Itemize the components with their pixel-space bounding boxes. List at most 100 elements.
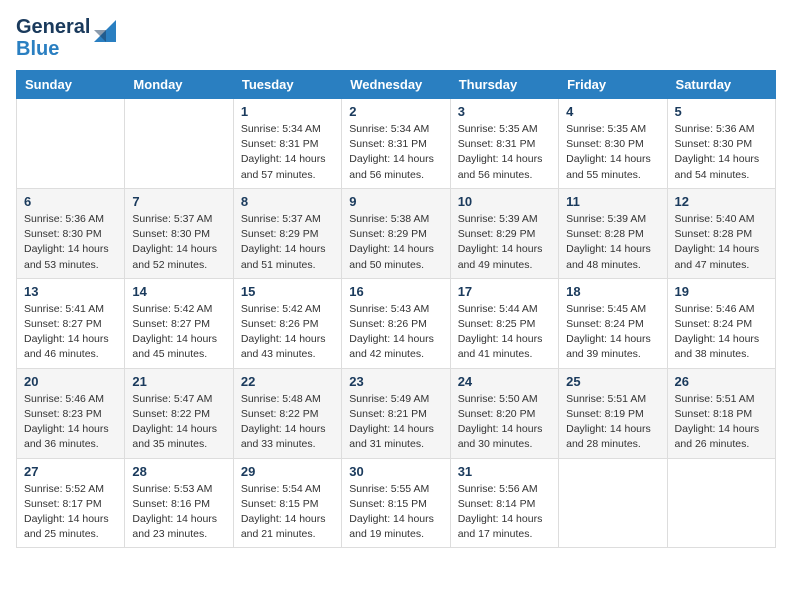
calendar-cell: 28 Sunrise: 5:53 AMSunset: 8:16 PMDayligh… <box>125 458 233 548</box>
day-detail: Sunrise: 5:47 AMSunset: 8:22 PMDaylight:… <box>132 392 225 453</box>
day-detail: Sunrise: 5:46 AMSunset: 8:24 PMDaylight:… <box>675 302 768 363</box>
calendar-cell: 1 Sunrise: 5:34 AMSunset: 8:31 PMDaylight… <box>233 99 341 189</box>
day-detail: Sunrise: 5:39 AMSunset: 8:28 PMDaylight:… <box>566 212 659 273</box>
calendar-weekday-sunday: Sunday <box>17 71 125 99</box>
day-number: 13 <box>24 284 117 299</box>
day-detail: Sunrise: 5:42 AMSunset: 8:27 PMDaylight:… <box>132 302 225 363</box>
calendar-cell: 25 Sunrise: 5:51 AMSunset: 8:19 PMDayligh… <box>559 368 667 458</box>
calendar-cell: 24 Sunrise: 5:50 AMSunset: 8:20 PMDayligh… <box>450 368 558 458</box>
logo-triangle-icon <box>94 20 116 47</box>
day-number: 18 <box>566 284 659 299</box>
calendar-cell: 22 Sunrise: 5:48 AMSunset: 8:22 PMDayligh… <box>233 368 341 458</box>
calendar-cell: 10 Sunrise: 5:39 AMSunset: 8:29 PMDayligh… <box>450 188 558 278</box>
day-number: 10 <box>458 194 551 209</box>
day-detail: Sunrise: 5:37 AMSunset: 8:30 PMDaylight:… <box>132 212 225 273</box>
day-number: 23 <box>349 374 442 389</box>
day-detail: Sunrise: 5:45 AMSunset: 8:24 PMDaylight:… <box>566 302 659 363</box>
day-detail: Sunrise: 5:34 AMSunset: 8:31 PMDaylight:… <box>349 122 442 183</box>
day-number: 9 <box>349 194 442 209</box>
calendar-weekday-tuesday: Tuesday <box>233 71 341 99</box>
page-header: General Blue <box>16 16 776 60</box>
logo-blue: Blue <box>16 38 90 60</box>
day-number: 22 <box>241 374 334 389</box>
calendar-cell: 6 Sunrise: 5:36 AMSunset: 8:30 PMDaylight… <box>17 188 125 278</box>
day-number: 8 <box>241 194 334 209</box>
calendar-cell: 7 Sunrise: 5:37 AMSunset: 8:30 PMDaylight… <box>125 188 233 278</box>
calendar-cell: 5Sunrise: 5:36 AMSunset: 8:30 PMDaylight… <box>667 99 775 189</box>
day-number: 28 <box>132 464 225 479</box>
calendar-cell: 8 Sunrise: 5:37 AMSunset: 8:29 PMDaylight… <box>233 188 341 278</box>
day-number: 11 <box>566 194 659 209</box>
day-detail: Sunrise: 5:54 AMSunset: 8:15 PMDaylight:… <box>241 482 334 543</box>
calendar-cell: 20Sunrise: 5:46 AMSunset: 8:23 PMDayligh… <box>17 368 125 458</box>
calendar-cell: 19 Sunrise: 5:46 AMSunset: 8:24 PMDayligh… <box>667 278 775 368</box>
calendar-cell: 13 Sunrise: 5:41 AMSunset: 8:27 PMDayligh… <box>17 278 125 368</box>
day-detail: Sunrise: 5:51 AMSunset: 8:18 PMDaylight:… <box>675 392 768 453</box>
calendar-cell: 23 Sunrise: 5:49 AMSunset: 8:21 PMDayligh… <box>342 368 450 458</box>
day-number: 3 <box>458 104 551 119</box>
day-number: 19 <box>675 284 768 299</box>
day-number: 4 <box>566 104 659 119</box>
calendar-table: SundayMondayTuesdayWednesdayThursdayFrid… <box>16 70 776 548</box>
calendar-weekday-monday: Monday <box>125 71 233 99</box>
calendar-cell <box>667 458 775 548</box>
day-number: 30 <box>349 464 442 479</box>
day-detail: Sunrise: 5:50 AMSunset: 8:20 PMDaylight:… <box>458 392 551 453</box>
day-detail: Sunrise: 5:55 AMSunset: 8:15 PMDaylight:… <box>349 482 442 543</box>
calendar-cell: 21 Sunrise: 5:47 AMSunset: 8:22 PMDayligh… <box>125 368 233 458</box>
calendar-cell: 18 Sunrise: 5:45 AMSunset: 8:24 PMDayligh… <box>559 278 667 368</box>
day-number: 15 <box>241 284 334 299</box>
calendar-cell <box>559 458 667 548</box>
logo: General Blue <box>16 16 116 60</box>
calendar-cell: 15 Sunrise: 5:42 AMSunset: 8:26 PMDayligh… <box>233 278 341 368</box>
calendar-cell: 14 Sunrise: 5:42 AMSunset: 8:27 PMDayligh… <box>125 278 233 368</box>
day-detail: Sunrise: 5:42 AMSunset: 8:26 PMDaylight:… <box>241 302 334 363</box>
day-detail: Sunrise: 5:44 AMSunset: 8:25 PMDaylight:… <box>458 302 551 363</box>
day-detail: Sunrise: 5:43 AMSunset: 8:26 PMDaylight:… <box>349 302 442 363</box>
day-number: 1 <box>241 104 334 119</box>
logo-general: General <box>16 16 90 38</box>
day-detail: Sunrise: 5:52 AMSunset: 8:17 PMDaylight:… <box>24 482 117 543</box>
calendar-cell: 3Sunrise: 5:35 AMSunset: 8:31 PMDaylight… <box>450 99 558 189</box>
day-number: 31 <box>458 464 551 479</box>
calendar-cell: 27 Sunrise: 5:52 AMSunset: 8:17 PMDayligh… <box>17 458 125 548</box>
calendar-weekday-wednesday: Wednesday <box>342 71 450 99</box>
day-detail: Sunrise: 5:41 AMSunset: 8:27 PMDaylight:… <box>24 302 117 363</box>
day-detail: Sunrise: 5:37 AMSunset: 8:29 PMDaylight:… <box>241 212 334 273</box>
calendar-cell <box>125 99 233 189</box>
calendar-cell: 16 Sunrise: 5:43 AMSunset: 8:26 PMDayligh… <box>342 278 450 368</box>
day-detail: Sunrise: 5:35 AMSunset: 8:30 PMDaylight:… <box>566 122 659 183</box>
calendar-cell: 9 Sunrise: 5:38 AMSunset: 8:29 PMDaylight… <box>342 188 450 278</box>
day-number: 27 <box>24 464 117 479</box>
calendar-cell: 29 Sunrise: 5:54 AMSunset: 8:15 PMDayligh… <box>233 458 341 548</box>
day-number: 6 <box>24 194 117 209</box>
day-detail: Sunrise: 5:49 AMSunset: 8:21 PMDaylight:… <box>349 392 442 453</box>
calendar-cell: 30 Sunrise: 5:55 AMSunset: 8:15 PMDayligh… <box>342 458 450 548</box>
calendar-cell: 4 Sunrise: 5:35 AMSunset: 8:30 PMDaylight… <box>559 99 667 189</box>
day-number: 21 <box>132 374 225 389</box>
calendar-cell <box>17 99 125 189</box>
day-number: 7 <box>132 194 225 209</box>
day-number: 26 <box>675 374 768 389</box>
calendar-weekday-thursday: Thursday <box>450 71 558 99</box>
calendar-weekday-friday: Friday <box>559 71 667 99</box>
calendar-cell: 26 Sunrise: 5:51 AMSunset: 8:18 PMDayligh… <box>667 368 775 458</box>
day-detail: Sunrise: 5:56 AMSunset: 8:14 PMDaylight:… <box>458 482 551 543</box>
day-number: 24 <box>458 374 551 389</box>
calendar-cell: 12Sunrise: 5:40 AMSunset: 8:28 PMDayligh… <box>667 188 775 278</box>
day-detail: Sunrise: 5:39 AMSunset: 8:29 PMDaylight:… <box>458 212 551 273</box>
day-detail: Sunrise: 5:51 AMSunset: 8:19 PMDaylight:… <box>566 392 659 453</box>
day-number: 25 <box>566 374 659 389</box>
day-detail: Sunrise: 5:40 AMSunset: 8:28 PMDaylight:… <box>675 212 768 273</box>
day-number: 17 <box>458 284 551 299</box>
day-detail: Sunrise: 5:48 AMSunset: 8:22 PMDaylight:… <box>241 392 334 453</box>
day-detail: Sunrise: 5:34 AMSunset: 8:31 PMDaylight:… <box>241 122 334 183</box>
day-number: 14 <box>132 284 225 299</box>
day-detail: Sunrise: 5:36 AMSunset: 8:30 PMDaylight:… <box>24 212 117 273</box>
day-number: 29 <box>241 464 334 479</box>
day-detail: Sunrise: 5:38 AMSunset: 8:29 PMDaylight:… <box>349 212 442 273</box>
day-number: 20 <box>24 374 117 389</box>
day-detail: Sunrise: 5:36 AMSunset: 8:30 PMDaylight:… <box>675 122 768 183</box>
day-number: 16 <box>349 284 442 299</box>
day-detail: Sunrise: 5:53 AMSunset: 8:16 PMDaylight:… <box>132 482 225 543</box>
